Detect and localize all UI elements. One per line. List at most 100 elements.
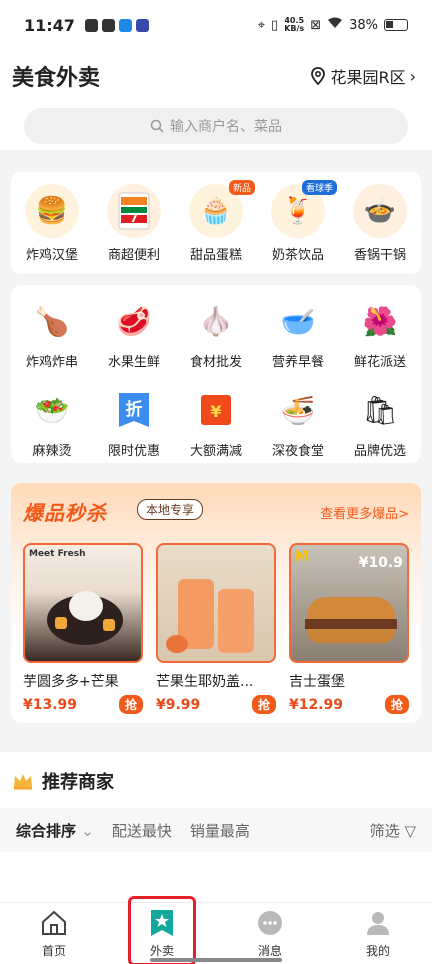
porridge-icon: 🥣: [280, 304, 316, 338]
product-card[interactable]: M ¥10.9 吉士蛋堡 ¥12.99 抢: [289, 543, 409, 714]
flash-sale-section: 爆品秒杀 本地专享 查看更多爆品> Meet Fresh 芋圆多多+芒果 ¥13…: [11, 483, 421, 723]
flower-icon: 🌺: [362, 304, 398, 338]
brand-logo: Meet Fresh: [29, 549, 86, 559]
fried-chicken-icon: 🍗: [34, 304, 70, 338]
sort-fastest[interactable]: 配送最快: [112, 820, 172, 841]
seven-eleven-icon: 7: [107, 184, 161, 238]
category-hot-pot[interactable]: 🍲 香锅干锅: [339, 184, 421, 263]
message-icon: [255, 908, 285, 938]
sort-best-selling[interactable]: 销量最高: [190, 820, 250, 841]
category-burger[interactable]: 🍔 炸鸡汉堡: [11, 184, 93, 263]
category-full-reduction[interactable]: ¥ 大额满减: [175, 386, 257, 459]
meat-icon: 🥩: [116, 304, 152, 338]
product-image: Meet Fresh: [23, 543, 143, 663]
nav-messages[interactable]: 消息: [216, 903, 324, 964]
category-label: 营养早餐: [271, 355, 324, 370]
mcdonalds-logo-icon: M: [295, 549, 309, 565]
sort-bar: 综合排序 ⌄ 配送最快 销量最高 筛选 ▽: [0, 808, 432, 852]
speed-unit: KB/s: [284, 24, 305, 33]
app-notification-icon: [118, 18, 132, 32]
category-label: 品牌优选: [353, 444, 406, 459]
product-name: 芋圆多多+芒果: [23, 674, 119, 690]
chevron-right-icon: ›: [409, 66, 416, 86]
category-label: 鲜花派送: [353, 355, 406, 370]
search-input[interactable]: 输入商户名、菜品: [24, 108, 408, 144]
flash-sale-title: 爆品秒杀: [23, 501, 107, 525]
home-indicator: [150, 958, 282, 962]
category-discount[interactable]: 折 限时优惠: [93, 386, 175, 459]
product-price: ¥13.99: [23, 696, 78, 713]
status-time: 11:47: [24, 15, 75, 35]
svg-text:¥: ¥: [210, 402, 221, 421]
message-notification-icon: [84, 18, 98, 32]
nav-profile[interactable]: 我的: [324, 903, 432, 964]
header: 美食外卖 花果园R区 › 输入商户名、菜品: [0, 50, 432, 150]
recommend-title: 推荐商家: [42, 772, 114, 793]
category-label: 深夜食堂: [271, 444, 324, 459]
filter-icon: ▽: [404, 821, 416, 840]
category-label: 奶茶饮品: [271, 248, 324, 263]
filter-button[interactable]: 筛选 ▽: [370, 820, 416, 841]
product-image: M ¥10.9: [289, 543, 409, 663]
product-card[interactable]: 芒果生耶奶盖... ¥9.99 抢: [156, 543, 276, 714]
search-icon: [150, 119, 164, 133]
category-late-night[interactable]: 🍜 深夜食堂: [257, 386, 339, 460]
category-label: 限时优惠: [107, 444, 160, 459]
product-name: 芒果生耶奶盖...: [156, 674, 254, 690]
nav-label: 我的: [365, 944, 390, 958]
category-convenience[interactable]: 7 商超便利: [93, 184, 175, 263]
category-label: 香锅干锅: [353, 248, 406, 263]
category-card-more: 🍗 炸鸡炸串 🥩 水果生鲜 🧄 食材批发 🥣 营养早餐 🌺 鲜花派送 🥗 麻辣烫: [11, 285, 421, 463]
category-label: 商超便利: [107, 248, 160, 263]
location-pin-icon: [311, 67, 326, 85]
filter-label: 筛选: [369, 821, 400, 840]
category-label: 炸鸡炸串: [25, 355, 78, 370]
category-wholesale[interactable]: 🧄 食材批发: [175, 297, 257, 371]
vibrate-icon: ▯: [271, 17, 279, 33]
new-badge: 新品: [228, 180, 255, 195]
see-more-link[interactable]: 查看更多爆品>: [320, 503, 409, 522]
category-label: 大额满减: [189, 444, 242, 459]
nav-takeout[interactable]: 外卖: [108, 903, 216, 964]
takeout-icon: [147, 908, 177, 938]
category-label: 水果生鲜: [107, 355, 160, 370]
category-brand[interactable]: 🛍 品牌优选: [339, 386, 421, 460]
grab-button[interactable]: 抢: [251, 695, 276, 714]
category-label: 炸鸡汉堡: [25, 248, 78, 263]
product-image: [156, 543, 276, 663]
product-card[interactable]: Meet Fresh 芋圆多多+芒果 ¥13.99 抢: [23, 543, 143, 714]
nav-home[interactable]: 首页: [0, 903, 108, 964]
play-notification-icon: [135, 18, 149, 32]
category-malatang[interactable]: 🥗 麻辣烫: [11, 386, 93, 460]
category-label: 麻辣烫: [32, 444, 72, 459]
local-exclusive-tag: 本地专享: [137, 499, 204, 520]
shopping-bag-icon: 🛍: [362, 393, 398, 427]
page-title: 美食外卖: [12, 66, 101, 91]
battery-percent: 38%: [349, 17, 378, 33]
location-status-icon: ⌖: [257, 17, 266, 33]
battery-icon: [384, 19, 408, 31]
category-fried-chicken[interactable]: 🍗 炸鸡炸串: [11, 297, 93, 371]
crown-icon: [14, 774, 32, 790]
red-envelope-icon: ¥: [192, 386, 240, 434]
category-breakfast[interactable]: 🥣 营养早餐: [257, 297, 339, 371]
nav-label: 首页: [41, 944, 66, 958]
recommend-section: 推荐商家 综合排序 ⌄ 配送最快 销量最高 筛选 ▽: [0, 752, 432, 902]
status-bar: 11:47 ⌖ ▯ 40.5 KB/s ⊠ 38%: [0, 0, 432, 50]
noodle-icon: 🍜: [280, 393, 316, 427]
svg-text:折: 折: [126, 399, 143, 420]
category-flowers[interactable]: 🌺 鲜花派送: [339, 297, 421, 371]
search-placeholder: 输入商户名、菜品: [170, 119, 282, 135]
mail-notification-icon: [101, 18, 115, 32]
grab-button[interactable]: 抢: [118, 695, 143, 714]
location-selector[interactable]: 花果园R区 ›: [310, 64, 416, 88]
spicy-bowl-icon: 🥗: [34, 393, 70, 427]
category-milk-tea[interactable]: 看球季 🍹 奶茶饮品: [257, 180, 339, 263]
category-card-top: 🍔 炸鸡汉堡 7 商超便利 新品 🧁 甜品蛋糕 看球季 🍹 奶茶饮品 🍲 香锅干…: [11, 172, 421, 274]
sort-comprehensive[interactable]: 综合排序 ⌄: [16, 820, 94, 841]
grab-button[interactable]: 抢: [384, 695, 409, 714]
burger-icon: 🍔: [25, 184, 79, 238]
category-fresh[interactable]: 🥩 水果生鲜: [93, 297, 175, 371]
category-dessert[interactable]: 新品 🧁 甜品蛋糕: [175, 180, 257, 263]
chevron-down-icon: ⌄: [81, 821, 94, 840]
